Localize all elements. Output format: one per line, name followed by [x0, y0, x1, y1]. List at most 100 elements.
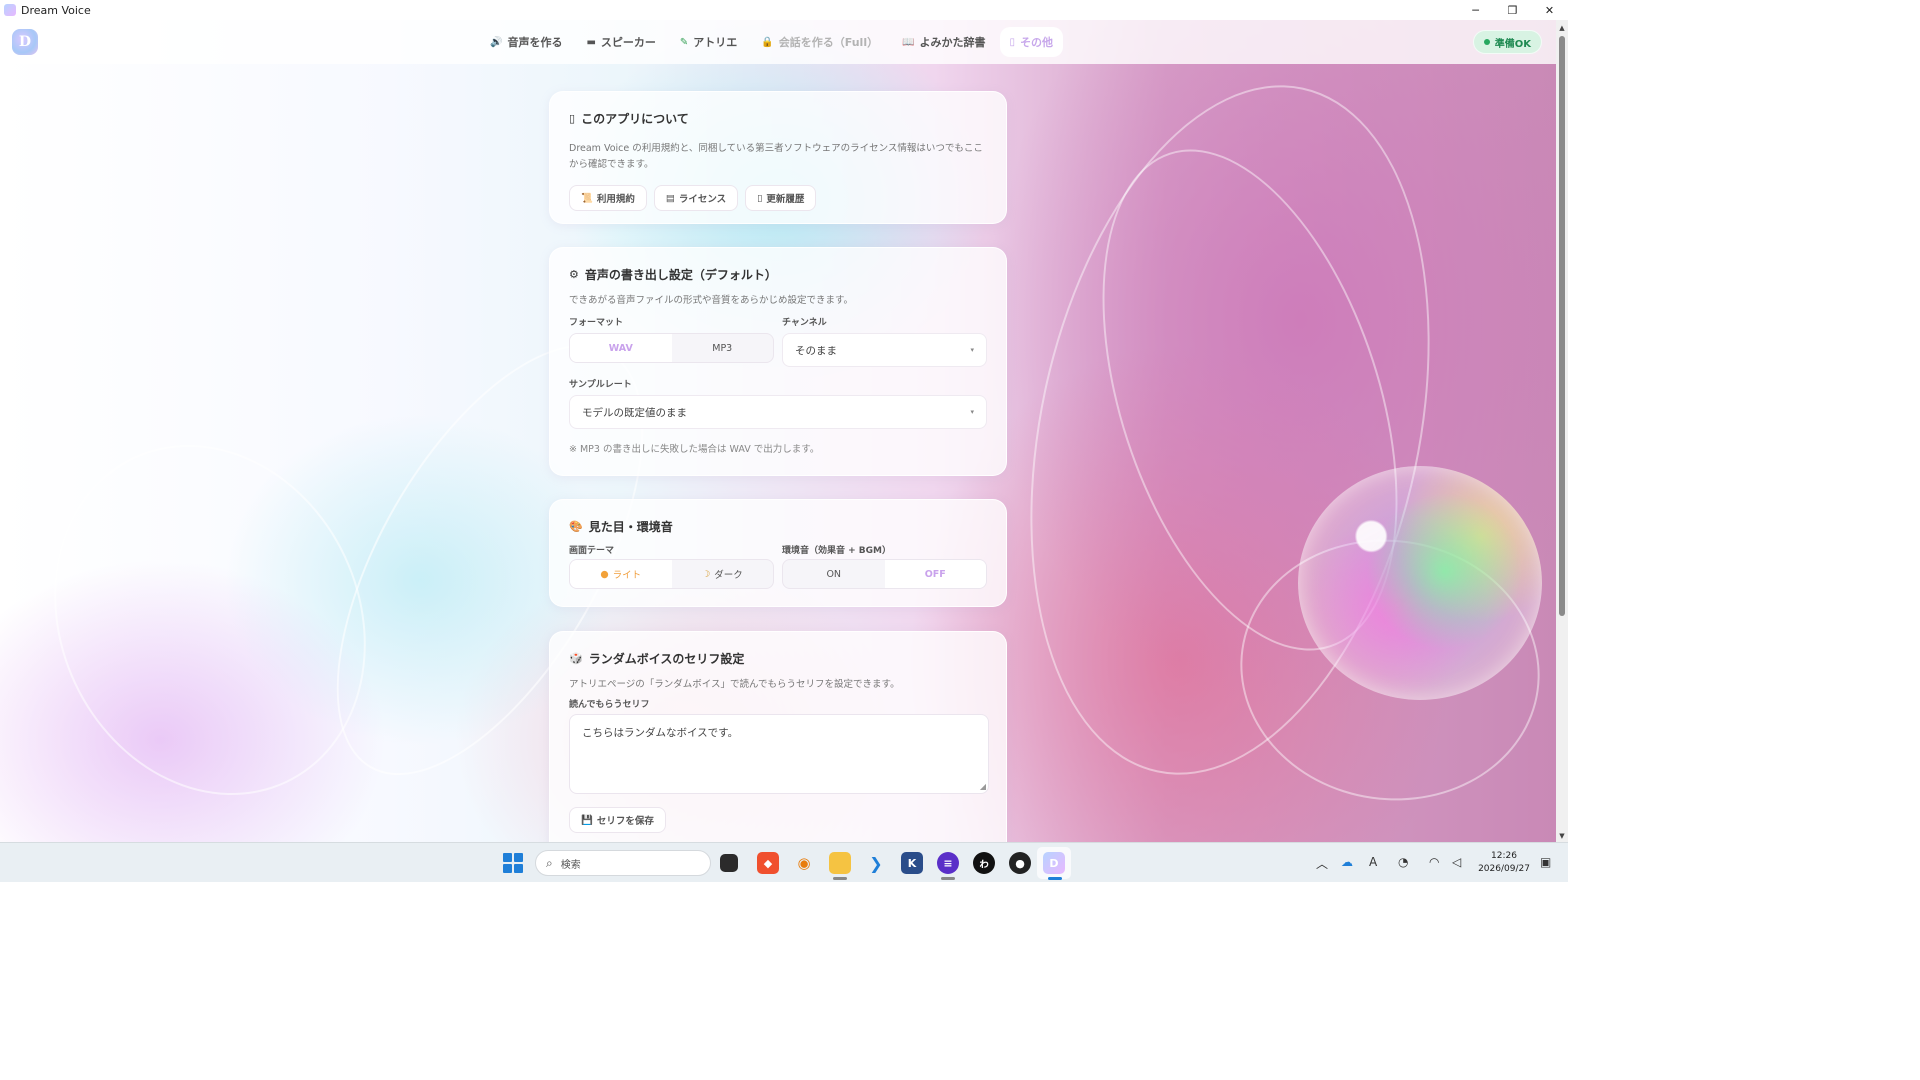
license-button[interactable]: ▤ ライセンス [653, 185, 739, 211]
theme-toggle: ● ライト ☽ ダーク [569, 559, 774, 589]
ambient-option-off[interactable]: OFF [884, 560, 986, 588]
line-textarea[interactable]: こちらはランダムなボイスです。 ◢ [569, 714, 989, 794]
terms-button[interactable]: 📜 利用規約 [569, 185, 647, 211]
chevron-down-icon: ▾ [970, 346, 974, 354]
sun-icon: ● [600, 568, 609, 580]
folder-icon: ▬ [586, 36, 596, 48]
moon-icon: ☽ [701, 568, 711, 580]
file-explorer-icon[interactable] [829, 852, 851, 874]
lock-icon: 🔒 [761, 36, 774, 48]
tab-conversation[interactable]: 🔒 会話を作る（Full） [751, 27, 888, 57]
random-voice-card: 🎲 ランダムボイスのセリフ設定 アトリエページの「ランダムボイス」で読んでもらう… [549, 631, 1007, 861]
document-icon: ▯ [1009, 36, 1016, 48]
book-icon: 📖 [902, 36, 915, 48]
license-icon: ▤ [665, 192, 675, 204]
theme-label: 画面テーマ [569, 546, 615, 556]
restore-button[interactable]: ❐ [1494, 0, 1531, 20]
ambient-option-on[interactable]: ON [783, 560, 885, 588]
black-circle-app-icon[interactable]: ゎ [973, 852, 995, 874]
close-button[interactable]: ✕ [1531, 0, 1568, 20]
tab-create-voice[interactable]: 🔊 音声を作る [480, 27, 572, 57]
notification-icon[interactable]: ▣ [1540, 855, 1551, 869]
format-option-mp3[interactable]: MP3 [672, 334, 774, 362]
export-description: できあがる音声ファイルの形式や音質をあらかじめ設定できます。 [569, 295, 854, 306]
app-logo[interactable]: D [12, 29, 38, 55]
tab-dictionary[interactable]: 📖 よみかた辞書 [892, 27, 995, 57]
bubble-artwork [1298, 466, 1542, 700]
nav-tabs: 🔊 音声を作る ▬ スピーカー ✎ アトリエ 🔒 会話を作る（Full） 📖 よみかた辞書… [480, 27, 1064, 57]
running-indicator [941, 877, 955, 880]
tab-atelier[interactable]: ✎ アトリエ [670, 27, 747, 57]
blender-icon[interactable]: ◉ [793, 852, 815, 874]
status-dot-icon [1483, 39, 1490, 45]
samplerate-label: サンプルレート [569, 380, 632, 390]
taskbar-search[interactable]: ⌕ 検索 [535, 850, 711, 876]
scroll-up-icon[interactable]: ▲ [1558, 24, 1566, 32]
window-controls: ─ ❐ ✕ [1457, 0, 1568, 20]
ambient-toggle: ON OFF [782, 559, 987, 589]
floppy-disk-icon: 💾 [581, 814, 593, 826]
scroll-thumb[interactable] [1559, 36, 1565, 616]
random-voice-description: アトリエページの「ランダムボイス」で読んでもらうセリフを設定できます。 [569, 679, 900, 690]
format-label: フォーマット [569, 318, 624, 328]
ime-indicator[interactable]: A [1369, 855, 1377, 869]
task-view-icon[interactable] [720, 854, 738, 872]
brave-browser-icon[interactable]: ◆ [757, 852, 779, 874]
github-icon[interactable]: ● [1009, 852, 1031, 874]
purple-app-icon[interactable]: ≡ [937, 852, 959, 874]
changelog-button[interactable]: ▯ 更新履歴 [745, 185, 817, 211]
app-icon [4, 4, 16, 16]
document-icon: ▯ [757, 192, 763, 204]
kotlin-app-icon[interactable]: K [901, 852, 923, 874]
window-title-bar: Dream Voice ─ ❐ ✕ [0, 0, 1568, 20]
samplerate-select[interactable]: モデルの既定値のまま ▾ [569, 395, 987, 429]
ambient-label: 環境音（効果音 + BGM） [782, 546, 892, 556]
minimize-button[interactable]: ─ [1457, 0, 1494, 20]
windows-taskbar: ⌕ 検索 ◆ ◉ ❯ K ≡ ゎ ● D ︿ ☁ A ◔ ◠ ◁ 12:26 2… [0, 842, 1568, 882]
document-icon: ▯ [569, 112, 576, 125]
top-navigation: D 🔊 音声を作る ▬ スピーカー ✎ アトリエ 🔒 会話を作る（Full） 📖 よみかた… [0, 20, 1556, 64]
theme-option-light[interactable]: ● ライト [570, 560, 672, 588]
about-card: ▯ このアプリについて Dream Voice の利用規約と、同梱している第三者… [549, 91, 1007, 224]
scroll-down-icon[interactable]: ▼ [1558, 832, 1566, 840]
onedrive-icon[interactable]: ☁ [1341, 855, 1353, 869]
appearance-title: 🎨 見た目・環境音 [569, 520, 673, 534]
dream-voice-taskbar-icon[interactable]: D [1043, 852, 1065, 874]
about-description: Dream Voice の利用規約と、同梱している第三者ソフトウェアのライセンス… [569, 143, 983, 170]
random-voice-actions: 💾 セリフを保存 [569, 807, 987, 833]
chevron-down-icon: ▾ [970, 408, 974, 416]
scroll-icon: 📜 [581, 192, 593, 204]
save-line-button[interactable]: 💾 セリフを保存 [569, 807, 666, 833]
export-note: ※ MP3 の書き出しに失敗した場合は WAV で出力します。 [569, 444, 820, 455]
about-title: ▯ このアプリについて [569, 112, 689, 126]
speaker-icon: 🔊 [490, 36, 503, 48]
gear-icon: ⚙ [569, 268, 579, 281]
resize-grip-icon[interactable]: ◢ [980, 782, 986, 791]
windows-start-icon[interactable] [503, 853, 523, 873]
volume-icon[interactable]: ◁ [1452, 855, 1461, 869]
format-option-wav[interactable]: WAV [570, 334, 672, 362]
channel-label: チャンネル [782, 318, 827, 328]
export-settings-card: ⚙ 音声の書き出し設定（デフォルト） できあがる音声ファイルの形式や音質をあらか… [549, 247, 1007, 476]
export-title: ⚙ 音声の書き出し設定（デフォルト） [569, 268, 777, 282]
theme-option-dark[interactable]: ☽ ダーク [672, 560, 774, 588]
tab-speaker[interactable]: ▬ スピーカー [576, 27, 665, 57]
active-indicator [1048, 877, 1062, 880]
wifi-icon[interactable]: ◠ [1429, 855, 1439, 869]
dice-icon: 🎲 [569, 652, 583, 665]
tab-other[interactable]: ▯ その他 [999, 27, 1064, 57]
line-label: 読んでもらうセリフ [569, 700, 650, 710]
page-scrollbar[interactable]: ▲ ▼ [1556, 20, 1568, 842]
about-buttons: 📜 利用規約 ▤ ライセンス ▯ 更新履歴 [569, 185, 987, 211]
running-indicator [833, 877, 847, 880]
random-voice-title: 🎲 ランダムボイスのセリフ設定 [569, 652, 745, 666]
window-title: Dream Voice [21, 3, 91, 17]
channel-select[interactable]: そのまま ▾ [782, 333, 987, 367]
taskbar-clock[interactable]: 12:26 2026/09/27 [1478, 850, 1530, 876]
appearance-card: 🎨 見た目・環境音 画面テーマ ● ライト ☽ ダーク 環境音（効果音 + BGM）… [549, 499, 1007, 607]
search-icon: ⌕ [546, 855, 553, 870]
pencil-icon: ✎ [679, 36, 689, 48]
vscode-icon[interactable]: ❯ [865, 852, 887, 874]
ime-mode-icon[interactable]: ◔ [1398, 855, 1408, 869]
tray-overflow-icon[interactable]: ︿ [1316, 855, 1328, 872]
